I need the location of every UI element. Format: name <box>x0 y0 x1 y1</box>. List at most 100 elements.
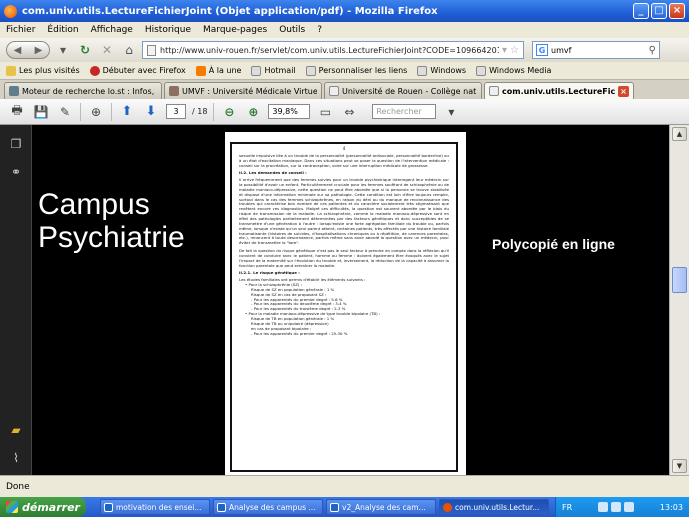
tray-icon[interactable] <box>611 502 622 512</box>
menu-historique[interactable]: Historique <box>145 25 191 35</box>
menu-fichier[interactable]: Fichier <box>6 25 35 35</box>
bookmark-most-visited[interactable]: Les plus visités <box>6 65 80 76</box>
search-bar[interactable]: G umvf ⚲ <box>532 41 660 59</box>
paperclip-icon[interactable]: ⌇ <box>9 451 23 465</box>
previous-page-icon[interactable]: ⬆ <box>118 103 136 121</box>
back-arrow-icon[interactable]: ◀ <box>14 45 22 56</box>
bookmark-star-icon[interactable]: ☆ <box>510 45 519 56</box>
page-bookmark-icon <box>251 65 262 76</box>
section-heading: II.2. Les demandes de conseil : <box>239 170 307 176</box>
dropdown-arrow-icon[interactable]: ▾ <box>502 45 507 56</box>
paragraph: Il arrive fréquemment que des femmes sui… <box>239 177 449 246</box>
save-icon[interactable]: 💾 <box>32 103 50 121</box>
stop-icon[interactable]: ✕ <box>98 41 116 59</box>
firefox-bookmark-icon <box>89 65 100 76</box>
psychiatrie-word: Psychiatrie <box>38 221 185 254</box>
zoom-out-icon[interactable]: ⊖ <box>220 103 238 121</box>
pdf-toolbar: 🖶 💾 ✎ ⊕ ⬆ ⬇ 3 / 18 ⊖ ⊕ 39,8% ▭ ⇔ Recherc… <box>0 99 689 125</box>
bookmark-hotmail[interactable]: Hotmail <box>251 65 296 76</box>
menu-marque-pages[interactable]: Marque-pages <box>203 25 267 35</box>
start-button[interactable]: démarrer <box>0 497 86 517</box>
bookmark-getting-started[interactable]: Débuter avec Firefox <box>89 65 186 76</box>
tray-icon[interactable] <box>624 502 635 512</box>
task-firefox[interactable]: com.univ.utils.Lectur... <box>439 499 549 515</box>
vertical-scrollbar[interactable]: ▲ ▼ <box>669 125 689 475</box>
paragraph: De fait la question du risque génétique … <box>239 248 449 268</box>
hand-tool-icon[interactable]: ⊕ <box>87 103 105 121</box>
reload-icon[interactable]: ↻ <box>76 41 94 59</box>
attach-tools-icon[interactable]: ✎ <box>56 103 74 121</box>
toolbar-separator <box>213 102 215 121</box>
next-page-icon[interactable]: ⬇ <box>142 103 160 121</box>
tab-pdf-active[interactable]: com.univ.utils.LectureFichierJoi... × <box>484 82 634 99</box>
binoculars-icon[interactable]: ⚭ <box>9 165 23 179</box>
search-icon[interactable]: ⚲ <box>649 45 656 56</box>
tray-icon[interactable] <box>598 502 609 512</box>
page-bookmark-icon <box>417 65 428 76</box>
tab-univ-rouen[interactable]: Université de Rouen - Collège nation... <box>324 82 482 99</box>
umvf-favicon-icon <box>169 86 179 96</box>
task-analyse-campus[interactable]: Analyse des campus ... <box>213 499 323 515</box>
navigation-toolbar: ◀ ▶ ▾ ↻ ✕ ⌂ http://www.univ-rouen.fr/ser… <box>0 38 689 62</box>
fit-width-icon[interactable]: ⇔ <box>340 103 358 121</box>
pdf-page[interactable]: 4 sexuelle impulsive liée à un trouble d… <box>225 132 466 475</box>
print-icon[interactable]: 🖶 <box>8 103 26 121</box>
url-bar[interactable]: http://www.univ-rouen.fr/servlet/com.uni… <box>142 41 524 59</box>
bookmark-windows[interactable]: Windows <box>417 65 466 76</box>
comments-icon[interactable]: ▰ <box>9 423 23 437</box>
taskbar: démarrer motivation des ensei... Analyse… <box>0 497 689 517</box>
url-text[interactable]: http://www.univ-rouen.fr/servlet/com.uni… <box>160 46 499 55</box>
clock[interactable]: 13:03 <box>660 503 683 512</box>
find-input[interactable]: Rechercher <box>372 104 437 119</box>
window-titlebar[interactable]: com.univ.utils.LectureFichierJoint (Obje… <box>0 0 689 22</box>
page-favicon-icon <box>489 86 499 96</box>
taskbar-tasks: motivation des ensei... Analyse des camp… <box>100 499 549 515</box>
menu-edition[interactable]: Édition <box>47 25 78 35</box>
menu-outils[interactable]: Outils <box>279 25 305 35</box>
page-bookmark-icon <box>476 65 487 76</box>
tray-icons <box>598 502 635 512</box>
forward-arrow-icon[interactable]: ▶ <box>35 45 43 56</box>
menu-bar: Fichier Édition Affichage Historique Mar… <box>0 22 689 38</box>
bookmark-customize-links[interactable]: Personnaliser les liens <box>305 65 407 76</box>
menu-aide[interactable]: ? <box>317 25 322 35</box>
scroll-up-icon[interactable]: ▲ <box>672 127 687 141</box>
campus-word: Campus <box>38 188 150 221</box>
page-number-input[interactable]: 3 <box>166 104 186 119</box>
maximize-button[interactable]: □ <box>651 3 667 19</box>
tab-umvf[interactable]: UMVF : Université Médicale Virtuelle F..… <box>164 82 322 99</box>
google-icon[interactable]: G <box>536 44 548 56</box>
menu-affichage[interactable]: Affichage <box>91 25 133 35</box>
language-indicator[interactable]: FR <box>562 503 572 512</box>
folder-icon <box>6 65 16 76</box>
tab-lost[interactable]: Moteur de recherche lo.st : Infos, Ph... <box>4 82 162 99</box>
rss-icon <box>195 65 206 76</box>
home-icon[interactable]: ⌂ <box>120 41 138 59</box>
back-forward-buttons: ◀ ▶ <box>6 41 50 59</box>
tab-close-icon[interactable]: × <box>618 85 629 97</box>
word-doc-icon <box>104 502 113 512</box>
start-label: démarrer <box>22 500 80 514</box>
system-tray: FR 13:03 <box>555 497 689 517</box>
pages-panel-icon[interactable]: ❐ <box>9 137 23 151</box>
minimize-button[interactable]: _ <box>633 3 649 19</box>
search-input[interactable]: umvf <box>551 46 649 55</box>
scroll-down-icon[interactable]: ▼ <box>672 459 687 473</box>
word-doc-icon <box>217 502 226 512</box>
zoom-in-icon[interactable]: ⊕ <box>244 103 262 121</box>
task-v2-analyse[interactable]: v2_Analyse des cam... <box>326 499 436 515</box>
bookmark-headlines[interactable]: À la une <box>195 65 241 76</box>
close-button[interactable]: × <box>669 3 685 19</box>
list-item: - Pour les apparentés du premier degré :… <box>251 330 348 336</box>
polycopie-label: Polycopié en ligne <box>492 236 615 252</box>
word-doc-icon <box>330 502 339 512</box>
fit-page-icon[interactable]: ▭ <box>316 103 334 121</box>
zoom-level-select[interactable]: 39,8% <box>268 104 311 119</box>
page-number: 4 <box>342 146 346 151</box>
history-dropdown-icon[interactable]: ▾ <box>54 41 72 59</box>
tab-bar: Moteur de recherche lo.st : Infos, Ph...… <box>0 80 689 99</box>
scroll-thumb[interactable] <box>672 267 687 293</box>
task-motivation[interactable]: motivation des ensei... <box>100 499 210 515</box>
find-dropdown-icon[interactable]: ▾ <box>442 103 460 121</box>
bookmark-windows-media[interactable]: Windows Media <box>476 65 551 76</box>
